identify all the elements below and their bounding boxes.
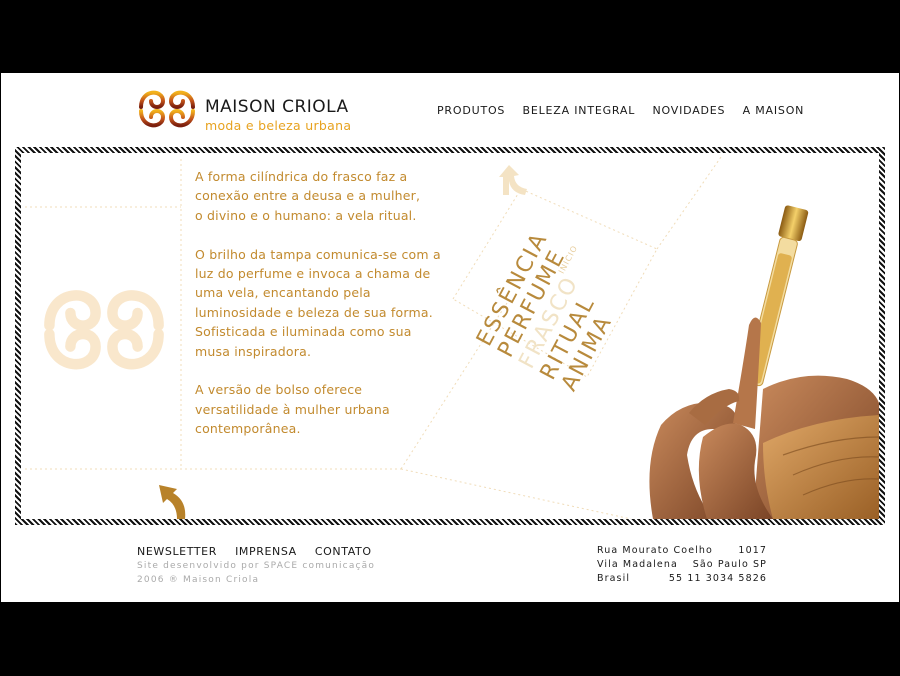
footer-link-newsletter[interactable]: NEWSLETTER — [137, 545, 217, 558]
nav-item-produtos[interactable]: PRODUTOS — [437, 104, 505, 117]
up-arrow-icon[interactable] — [497, 159, 531, 199]
content-panel: A forma cilíndrica do frasco faz a conex… — [15, 147, 885, 525]
brand-tagline: moda e beleza urbana — [205, 118, 352, 133]
address-city: São Paulo SP — [692, 559, 767, 570]
address-phone: 55 11 3034 5826 — [668, 573, 767, 584]
nav-item-beleza-integral[interactable]: BELEZA INTEGRAL — [523, 104, 636, 117]
site-credit[interactable]: Site desenvolvido por SPACE comunicação — [137, 561, 375, 571]
footer-link-imprensa[interactable]: IMPRENSA — [235, 545, 297, 558]
nav-item-novidades[interactable]: NOVIDADES — [652, 104, 725, 117]
paragraph-1: A forma cilíndrica do frasco faz a conex… — [195, 169, 421, 223]
brand-name: MAISON CRIOLA — [205, 97, 349, 117]
footer-link-contato[interactable]: CONTATO — [315, 545, 372, 558]
address-number: 1017 — [738, 545, 767, 556]
copyright: 2006 ® Maison Criola — [137, 575, 260, 585]
store-address: Rua Mourato Coelho 1017 Vila Madalena Sã… — [597, 544, 767, 586]
main-nav: PRODUTOS BELEZA INTEGRAL NOVIDADES A MAI… — [437, 104, 817, 117]
footer-nav: NEWSLETTER IMPRENSA CONTATO — [137, 545, 386, 558]
page: MAISON CRIOLA moda e beleza urbana PRODU… — [1, 73, 899, 602]
paragraph-2: O brilho da tampa comunica-se com a luz … — [195, 246, 441, 359]
brand-logo-icon[interactable] — [137, 81, 197, 137]
nav-item-a-maison[interactable]: A MAISON — [743, 104, 805, 117]
paragraph-3: A versão de bolso oferece versatilidade … — [195, 382, 390, 437]
product-description: A forma cilíndrica do frasco faz a conex… — [195, 167, 455, 458]
back-arrow-icon[interactable] — [151, 479, 193, 519]
panel-body: A forma cilíndrica do frasco faz a conex… — [21, 153, 879, 519]
perfume-model-image — [649, 205, 879, 519]
address-district: Vila Madalena — [597, 559, 678, 570]
address-country: Brasil — [597, 573, 631, 584]
address-street: Rua Mourato Coelho — [597, 545, 713, 556]
